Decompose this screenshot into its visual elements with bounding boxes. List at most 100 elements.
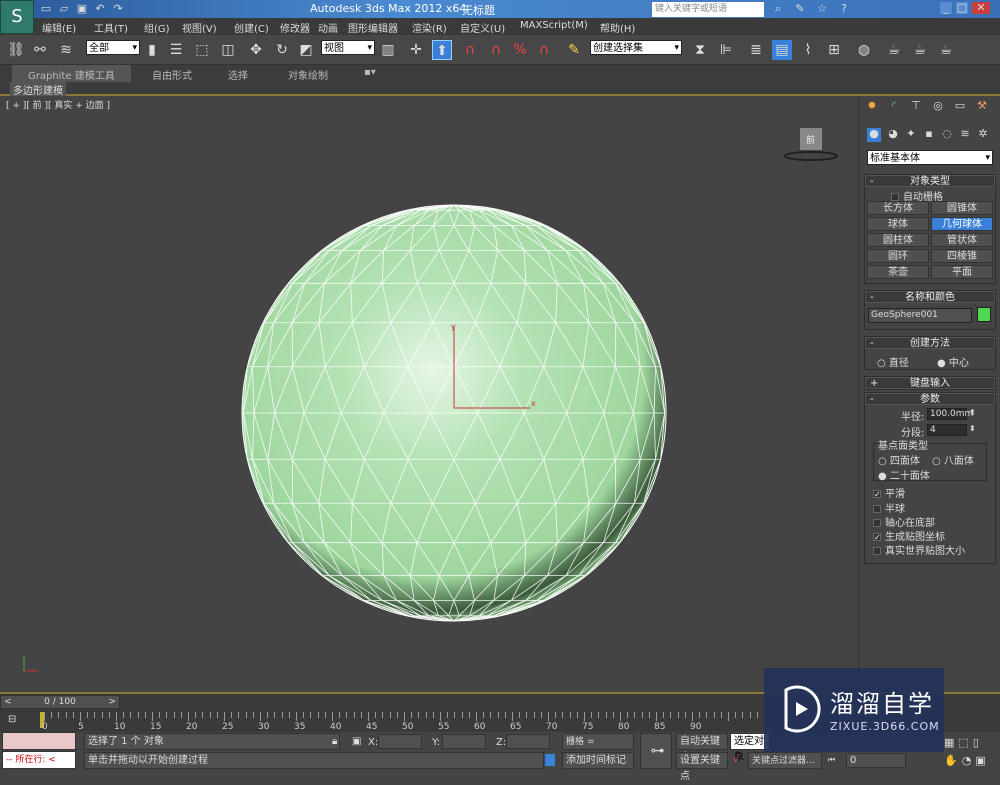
spacewarps-icon[interactable]: ≋ <box>959 128 971 140</box>
tab-object-paint[interactable]: 对象绘制 <box>288 67 328 82</box>
redo-icon[interactable]: ↷ <box>112 3 124 15</box>
window-crossing-icon[interactable]: ◫ <box>218 40 238 60</box>
geosphere-button[interactable]: 几何球体 <box>931 217 993 231</box>
menu-animation[interactable]: 动画 <box>318 20 338 35</box>
next-frame-icon[interactable]: > <box>108 696 116 708</box>
checkbox[interactable]: ✓ <box>873 490 881 498</box>
motion-tab-icon[interactable]: ◎ <box>929 100 947 118</box>
hemisphere-checkbox[interactable]: 半球 <box>873 500 905 515</box>
undo-icon[interactable]: ↶ <box>94 3 106 15</box>
minimize-button[interactable]: _ <box>940 2 952 14</box>
modify-tab-icon[interactable]: ◜ <box>885 100 903 118</box>
field-of-view-icon[interactable]: ▯ <box>973 736 979 749</box>
gen-mapping-checkbox[interactable]: ✓生成贴图坐标 <box>873 528 945 543</box>
app-logo[interactable]: S <box>0 0 34 34</box>
open-file-icon[interactable]: ▱ <box>58 3 70 15</box>
checkbox[interactable] <box>873 519 881 527</box>
percent-snap-icon[interactable]: % <box>510 40 530 60</box>
create-tab-icon[interactable]: ✹ <box>863 100 881 118</box>
pan-icon[interactable]: ✋ <box>944 754 958 767</box>
menu-maxscript[interactable]: MAXScript(M) <box>520 20 588 31</box>
maxscript-listener[interactable] <box>2 732 76 750</box>
material-editor-icon[interactable]: ◍ <box>854 40 874 60</box>
creation-method-header[interactable]: -创建方法 <box>865 337 995 349</box>
pyramid-button[interactable]: 四棱锥 <box>931 249 993 263</box>
maxscript-line[interactable]: -- 所在行: < <box>2 751 76 769</box>
prev-frame-icon[interactable]: < <box>4 696 12 708</box>
y-coord-input[interactable] <box>442 734 486 749</box>
zoom-extents-icon[interactable]: ▦ <box>944 736 954 749</box>
object-type-header[interactable]: -对象类型 <box>865 175 995 187</box>
smooth-checkbox[interactable]: ✓平滑 <box>873 485 905 500</box>
link-icon[interactable]: ⛓ <box>6 40 26 60</box>
set-key-button[interactable]: 设置关键点 <box>676 752 728 769</box>
schematic-view-icon[interactable]: ⊞ <box>824 40 844 60</box>
display-tab-icon[interactable]: ▭ <box>951 100 969 118</box>
radius-input[interactable]: 100.0mm <box>927 408 967 420</box>
systems-icon[interactable]: ✲ <box>977 128 989 140</box>
utilities-tab-icon[interactable]: ⚒ <box>973 100 991 118</box>
helpers-icon[interactable]: ◌ <box>941 128 953 140</box>
render-icon[interactable]: ☕ <box>936 40 956 60</box>
object-name-input[interactable]: GeoSphere001 <box>868 308 972 323</box>
menu-graph-editors[interactable]: 图形编辑器 <box>348 20 398 35</box>
ribbon-options-icon[interactable]: ▪▾ <box>364 67 376 78</box>
mini-curve-editor-icon[interactable]: ⊟ <box>8 714 16 725</box>
menu-group[interactable]: 组(G) <box>144 20 170 35</box>
binoculars-icon[interactable]: ⌕ <box>772 3 784 15</box>
orbit-icon[interactable]: ◔ <box>962 754 972 767</box>
mirror-icon[interactable]: ⧗ <box>690 40 710 60</box>
tab-freeform[interactable]: 自由形式 <box>152 67 192 82</box>
x-coord-input[interactable] <box>378 734 422 749</box>
tube-button[interactable]: 管状体 <box>931 233 993 247</box>
render-setup-icon[interactable]: ☕ <box>884 40 904 60</box>
icosa-radio[interactable]: ● 二十面体 <box>878 467 930 482</box>
segments-spinner[interactable]: ⬍ <box>969 424 976 433</box>
close-button[interactable]: ✕ <box>972 2 990 14</box>
select-object-icon[interactable]: ▮ <box>142 40 162 60</box>
viewcube-ring[interactable] <box>785 152 837 160</box>
move-icon[interactable]: ✥ <box>246 40 266 60</box>
checkbox[interactable] <box>873 505 881 513</box>
front-viewport[interactable]: [ + ][ 前 ][ 真实 + 边面 ] y x 前 <box>0 96 858 692</box>
search-input[interactable]: 键入关键字或短语 <box>652 2 764 17</box>
base-pivot-checkbox[interactable]: 轴心在底部 <box>873 514 935 529</box>
teapot-button[interactable]: 茶壶 <box>867 265 929 279</box>
manipulate-icon[interactable]: ✛ <box>406 40 426 60</box>
curve-editor-icon[interactable]: ⌇ <box>798 40 818 60</box>
category-dropdown[interactable]: 标准基本体 <box>867 150 993 165</box>
shapes-icon[interactable]: ◕ <box>887 128 899 140</box>
auto-key-button[interactable]: 自动关键点 <box>676 733 728 750</box>
tetra-radio[interactable]: ○ 四面体 <box>878 452 920 467</box>
checkbox[interactable] <box>873 547 881 555</box>
tab-selection[interactable]: 选择 <box>228 67 248 82</box>
tools-icon[interactable]: ✎ <box>794 3 806 15</box>
tab-polygon-modeling[interactable]: 多边形建模 <box>10 82 66 97</box>
lights-icon[interactable]: ✦ <box>905 128 917 140</box>
keyboard-shortcut-override-icon[interactable]: ⬆ <box>432 40 452 60</box>
z-coord-input[interactable] <box>506 734 550 749</box>
menu-rendering[interactable]: 渲染(R) <box>412 20 447 35</box>
absolute-mode-icon[interactable]: ▣ <box>352 736 361 747</box>
menu-tools[interactable]: 工具(T) <box>94 20 128 35</box>
rect-selection-icon[interactable]: ⬚ <box>192 40 212 60</box>
menu-create[interactable]: 创建(C) <box>234 20 269 35</box>
graphite-toggle-icon[interactable]: ▤ <box>772 40 792 60</box>
align-icon[interactable]: ⊫ <box>716 40 736 60</box>
track-bar[interactable]: 051015202530354045505560657075808590 <box>40 710 760 732</box>
pivot-center-icon[interactable]: ▥ <box>378 40 398 60</box>
object-color-swatch[interactable] <box>977 307 991 322</box>
unlink-icon[interactable]: ⚯ <box>30 40 50 60</box>
spinner-snap-icon[interactable]: ∩ <box>534 40 554 60</box>
hierarchy-tab-icon[interactable]: ⊤ <box>907 100 925 118</box>
diameter-radio[interactable]: ○ 直径 <box>877 354 909 369</box>
go-to-start-icon[interactable]: ⏮ <box>828 755 835 765</box>
edit-named-sel-icon[interactable]: ✎ <box>564 40 584 60</box>
zoom-region-icon[interactable]: ⬚ <box>958 736 968 749</box>
snap-toggle-icon[interactable]: ∩ <box>460 40 480 60</box>
menu-modifiers[interactable]: 修改器 <box>280 20 310 35</box>
save-icon[interactable]: ▣ <box>76 3 88 15</box>
checkbox[interactable] <box>891 193 899 201</box>
plane-button[interactable]: 平面 <box>931 265 993 279</box>
current-frame-input[interactable]: 0 <box>846 753 906 768</box>
